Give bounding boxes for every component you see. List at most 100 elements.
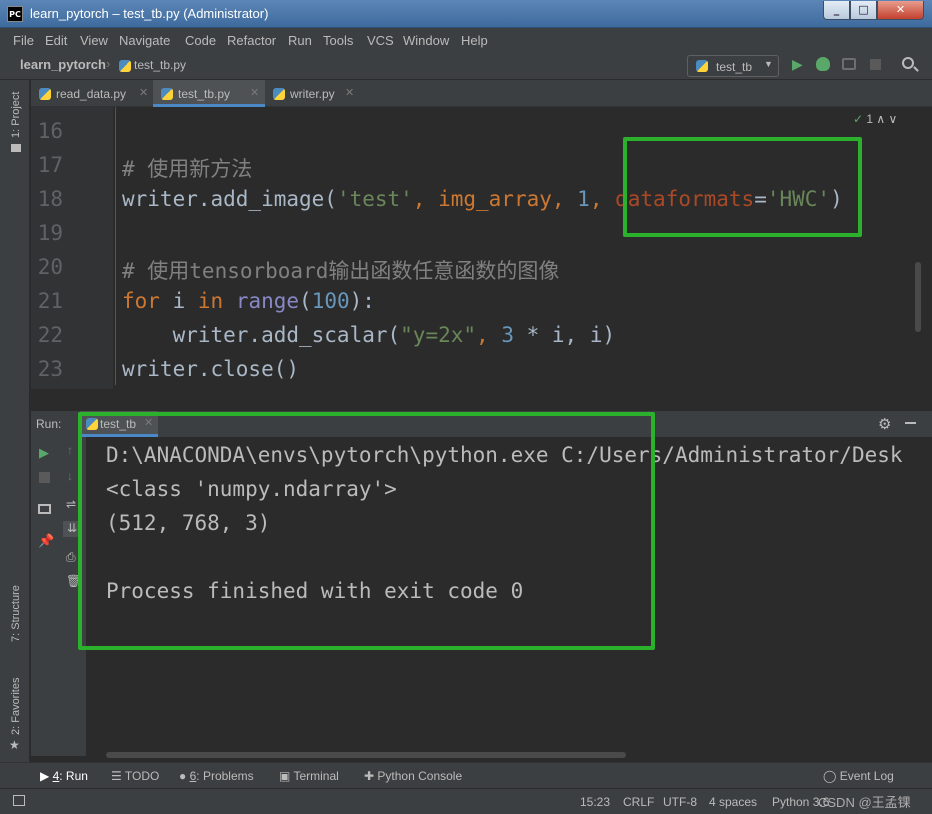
tab-read-data[interactable]: read_data.py ✕ bbox=[31, 80, 153, 107]
inspection-count: 1 bbox=[866, 112, 874, 126]
breadcrumb-project[interactable]: learn_pytorch bbox=[20, 57, 106, 72]
play-icon: ▶ bbox=[40, 769, 50, 783]
navigation-bar: learn_pytorch › test_tb.py test_tb ▼ ▶ bbox=[0, 52, 932, 80]
tool-tab-label: Terminal bbox=[293, 769, 339, 783]
close-icon[interactable]: ✕ bbox=[250, 86, 259, 99]
minimize-icon[interactable] bbox=[905, 422, 916, 424]
python-file-icon bbox=[161, 88, 173, 100]
line-number: 23 bbox=[37, 357, 63, 381]
toggle-tool-windows-icon[interactable] bbox=[13, 795, 25, 806]
menu-refactor[interactable]: Refactor bbox=[227, 33, 276, 48]
search-icon[interactable] bbox=[902, 57, 914, 69]
line-separator[interactable]: CRLF bbox=[623, 795, 654, 809]
favorites-tool-tab[interactable]: 2: Favorites bbox=[10, 678, 22, 735]
indent-setting[interactable]: 4 spaces bbox=[709, 795, 757, 809]
python-file-icon bbox=[39, 88, 51, 100]
menu-help[interactable]: Help bbox=[461, 33, 488, 48]
tab-label: writer.py bbox=[290, 87, 335, 101]
code-token: 3 bbox=[501, 323, 514, 347]
code-token: , bbox=[589, 187, 616, 211]
code-token: ): bbox=[349, 289, 375, 313]
editor-tabs: read_data.py ✕ test_tb.py ✕ writer.py ✕ bbox=[31, 80, 932, 107]
line-number: 19 bbox=[37, 221, 63, 245]
inspection-widget[interactable]: ✓ 1 ∧ ∨ bbox=[853, 112, 897, 126]
gear-icon[interactable]: ⚙ bbox=[878, 415, 891, 433]
code-editor[interactable]: 16 17 18 19 20 21 22 23 # 使用新方法 writer.a… bbox=[31, 107, 932, 407]
run-configuration-label: test_tb bbox=[716, 60, 753, 74]
close-icon[interactable]: ✕ bbox=[139, 86, 148, 99]
star-icon: ★ bbox=[9, 738, 20, 752]
line-number: 22 bbox=[37, 323, 63, 347]
code-token: in bbox=[197, 289, 224, 313]
pin-icon[interactable]: 📌 bbox=[38, 533, 54, 549]
menu-code[interactable]: Code bbox=[185, 33, 216, 48]
line-number: 17 bbox=[37, 153, 63, 177]
close-icon[interactable]: ✕ bbox=[345, 86, 354, 99]
gutter-divider bbox=[115, 107, 116, 385]
run-toolbar: ▶ 📌 bbox=[31, 437, 58, 756]
tab-writer[interactable]: writer.py ✕ bbox=[265, 80, 363, 107]
breadcrumb-separator-icon: › bbox=[106, 56, 111, 71]
stop-icon[interactable] bbox=[39, 472, 50, 483]
console-horizontal-scrollbar[interactable] bbox=[106, 752, 626, 758]
rerun-icon[interactable]: ▶ bbox=[39, 445, 49, 461]
menu-file[interactable]: File bbox=[13, 33, 34, 48]
file-encoding[interactable]: UTF-8 bbox=[663, 795, 697, 809]
todo-tool-tab[interactable]: ☰ TODO bbox=[111, 769, 159, 783]
run-icon[interactable]: ▶ bbox=[792, 56, 803, 73]
code-line-23: writer.close() bbox=[122, 357, 300, 381]
stop-icon[interactable] bbox=[870, 59, 881, 70]
arrow-up-icon[interactable]: ↑ bbox=[67, 443, 73, 457]
tab-test-tb[interactable]: test_tb.py ✕ bbox=[153, 80, 265, 107]
tool-tab-label: : Problems bbox=[196, 769, 254, 783]
python-file-icon bbox=[273, 88, 285, 100]
minimize-window-button[interactable]: _ bbox=[823, 1, 850, 20]
menu-window[interactable]: Window bbox=[403, 33, 449, 48]
editor-scrollbar[interactable] bbox=[915, 262, 921, 332]
menu-run[interactable]: Run bbox=[288, 33, 312, 48]
maximize-window-button[interactable]: □ bbox=[850, 1, 877, 20]
coverage-icon[interactable] bbox=[842, 58, 856, 70]
print-icon[interactable]: ⎙ bbox=[66, 550, 76, 565]
terminal-tool-tab[interactable]: ▣ Terminal bbox=[279, 769, 339, 783]
debug-icon[interactable] bbox=[816, 57, 830, 71]
soft-wrap-icon[interactable]: ⇌ bbox=[66, 497, 76, 511]
code-token: , bbox=[476, 323, 502, 347]
terminal-icon: ▣ bbox=[279, 769, 291, 783]
watermark: CSDN @王孟锞 bbox=[818, 795, 911, 810]
run-configuration-selector[interactable]: test_tb ▼ bbox=[687, 55, 779, 77]
menu-edit[interactable]: Edit bbox=[45, 33, 67, 48]
close-window-button[interactable]: ✕ bbox=[877, 1, 924, 20]
tab-label: test_tb.py bbox=[178, 87, 231, 101]
tool-tab-label: Event Log bbox=[839, 769, 894, 783]
arrow-down-icon[interactable]: ↓ bbox=[67, 469, 73, 483]
check-icon: ✓ bbox=[853, 112, 864, 126]
python-console-tool-tab[interactable]: ✚ Python Console bbox=[364, 769, 462, 783]
python-file-icon bbox=[696, 60, 708, 72]
code-token: i bbox=[159, 289, 198, 313]
annotation-highlight-box bbox=[78, 412, 655, 650]
caret-position[interactable]: 15:23 bbox=[580, 795, 610, 809]
code-token: "y=2x" bbox=[400, 323, 477, 347]
menu-vcs[interactable]: VCS bbox=[367, 33, 394, 48]
breadcrumb-file[interactable]: test_tb.py bbox=[134, 58, 186, 72]
run-tool-tab[interactable]: ▶ 4: Run bbox=[40, 769, 88, 783]
window-title: learn_pytorch – test_tb.py (Administrato… bbox=[30, 6, 269, 21]
line-number: 18 bbox=[37, 187, 63, 211]
problems-tool-tab[interactable]: ● 6: Problems bbox=[179, 769, 254, 783]
tool-tab-label: : Run bbox=[59, 769, 88, 783]
menu-navigate[interactable]: Navigate bbox=[119, 33, 170, 48]
structure-tool-tab[interactable]: 7: Structure bbox=[10, 585, 22, 642]
tool-window-bar: ▶ 4: Run ☰ TODO ● 6: Problems ▣ Terminal… bbox=[0, 762, 932, 788]
code-token: range bbox=[235, 289, 300, 313]
menu-tools[interactable]: Tools bbox=[323, 33, 353, 48]
python-file-icon bbox=[119, 60, 131, 72]
menu-view[interactable]: View bbox=[80, 33, 108, 48]
project-tool-tab[interactable]: 1: Project bbox=[10, 92, 22, 138]
layout-icon[interactable] bbox=[38, 504, 51, 514]
status-bar: 15:23 CRLF UTF-8 4 spaces Python 3.6 CSD… bbox=[0, 788, 932, 814]
code-token: writer.add_image( bbox=[122, 187, 337, 211]
event-log-icon: ◯ bbox=[823, 769, 837, 783]
event-log-tool-tab[interactable]: ◯ Event Log bbox=[823, 769, 894, 783]
